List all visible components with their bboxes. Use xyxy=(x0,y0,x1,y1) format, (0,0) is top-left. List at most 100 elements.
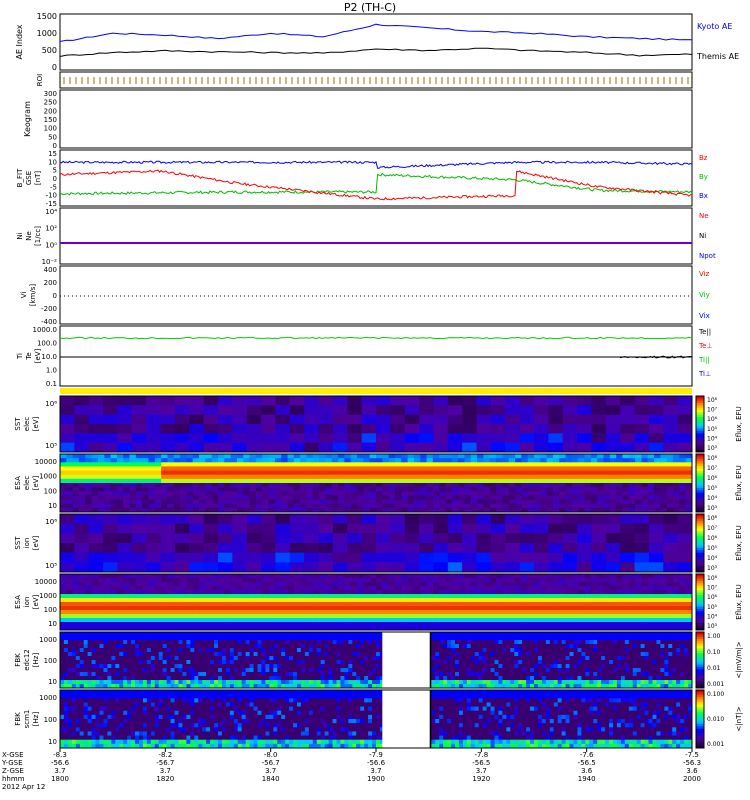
spectrogram-cell xyxy=(647,618,655,623)
spectrogram-cell xyxy=(363,582,371,587)
spectrogram-cell xyxy=(192,606,200,611)
spectrogram-cell xyxy=(236,483,244,488)
spectrogram-cell xyxy=(552,478,560,484)
spectrogram-cell xyxy=(394,474,402,480)
spectrogram-cell xyxy=(230,470,238,476)
spectrogram-cell xyxy=(66,614,74,619)
spectrogram-cell xyxy=(218,562,233,573)
spectrogram-cell xyxy=(135,618,143,623)
spectrogram-cell xyxy=(590,503,598,509)
spectrogram-cell xyxy=(470,499,478,505)
spectrogram-cell xyxy=(654,491,661,496)
spectrogram-cell xyxy=(71,640,77,645)
spectrogram-cell xyxy=(462,632,468,637)
spectrogram-cell xyxy=(123,640,128,645)
spectrogram-cell xyxy=(230,594,238,599)
spectrogram-cell xyxy=(565,495,573,500)
spectrogram-cell xyxy=(243,582,250,587)
spectrogram-cell xyxy=(275,562,291,573)
spectrogram-cell xyxy=(325,586,333,591)
spectrogram-cell xyxy=(277,676,282,681)
spectrogram-tick: 10⁵ xyxy=(45,442,57,450)
spectrogram-cell xyxy=(60,618,67,623)
spectrogram-cell xyxy=(628,491,636,496)
spectrogram-cell xyxy=(75,636,81,641)
spectrogram-cell xyxy=(287,622,295,627)
spectrogram-cell xyxy=(300,586,307,591)
spectrogram-cell xyxy=(78,483,86,488)
spectrogram-cell xyxy=(127,664,132,669)
spectrogram-cell xyxy=(97,491,105,496)
spectrogram-cell xyxy=(246,523,262,534)
spectrogram-cell xyxy=(641,495,649,500)
spectrogram-cell xyxy=(158,660,164,665)
spectrogram-cell xyxy=(104,458,111,463)
spectrogram-cell xyxy=(654,499,661,505)
spectrogram-cell xyxy=(116,495,124,500)
spectrogram-cell xyxy=(72,618,80,623)
spectrogram-cell xyxy=(103,664,108,669)
spectrogram-cell xyxy=(255,470,263,476)
spectrogram-cell xyxy=(192,491,200,496)
spectrogram-cell xyxy=(496,602,503,607)
spectrogram-cell xyxy=(540,614,548,619)
spectrogram-cell xyxy=(347,442,363,453)
keogram-frame xyxy=(59,89,693,149)
spectrogram-cell xyxy=(413,610,421,615)
spectrogram-cell xyxy=(603,499,611,505)
spectrogram-cell xyxy=(66,454,74,459)
spectrogram-cell xyxy=(123,454,130,459)
spectrogram-cell xyxy=(462,396,477,406)
spectrogram-cell xyxy=(104,454,111,459)
spectrogram-cell xyxy=(325,610,333,615)
spectrogram-cell xyxy=(360,636,365,641)
spectrogram-cell xyxy=(154,606,162,611)
spectrogram-cell xyxy=(673,474,680,480)
spectrogram-cell xyxy=(186,618,194,623)
spectrogram-cell xyxy=(401,503,408,509)
spectrogram-cell xyxy=(78,487,86,492)
spectrogram-cell xyxy=(369,470,377,476)
spectrogram-cell xyxy=(88,414,104,425)
spectrogram-cell xyxy=(85,602,92,607)
spectrogram-cell xyxy=(357,503,364,509)
spectrogram-cell xyxy=(262,586,269,591)
spectrogram-cell xyxy=(304,414,319,425)
spectrogram-cell xyxy=(224,466,232,471)
spectrogram-cell xyxy=(293,680,298,685)
spectrogram-cell xyxy=(439,462,446,467)
spectrogram-cell xyxy=(275,533,291,544)
spectrogram-cell xyxy=(167,470,175,476)
spectrogram-cell xyxy=(464,499,472,505)
spectrogram-cell xyxy=(274,466,282,471)
spectrogram-cell xyxy=(174,668,179,673)
spectrogram-cell xyxy=(376,424,391,434)
spectrogram-cell xyxy=(275,543,291,554)
spectrogram-cell xyxy=(447,640,452,645)
spectrogram-cell xyxy=(91,495,99,500)
spectrogram-cell xyxy=(677,562,693,573)
spectrogram-cell xyxy=(154,672,160,677)
spectrogram-cell xyxy=(66,598,74,603)
spectrogram-cell xyxy=(431,632,436,637)
spectrogram-cell xyxy=(178,636,183,641)
spectrogram-cell xyxy=(60,478,67,484)
spectrogram-cell xyxy=(88,523,104,534)
spectrogram-cell xyxy=(571,606,579,611)
spectrogram-cell xyxy=(202,640,207,645)
spectrogram-cell xyxy=(117,396,133,406)
spectrogram-cell xyxy=(249,487,257,492)
spectrogram-cell xyxy=(348,640,353,645)
spectrogram-cell xyxy=(648,562,664,573)
spectrogram-cell xyxy=(225,632,231,637)
spectrogram-cell xyxy=(104,466,111,471)
spectrogram-cell xyxy=(88,533,104,544)
spectrogram-cell xyxy=(182,648,187,653)
spectrogram-cell xyxy=(458,610,465,615)
spectrogram-cell xyxy=(331,574,339,579)
spectrogram-cell xyxy=(352,660,357,665)
spectrogram-cell xyxy=(174,656,179,661)
spectrogram-cell xyxy=(146,396,161,406)
spectrogram-cell xyxy=(641,458,649,463)
spectrogram-cell xyxy=(654,487,661,492)
